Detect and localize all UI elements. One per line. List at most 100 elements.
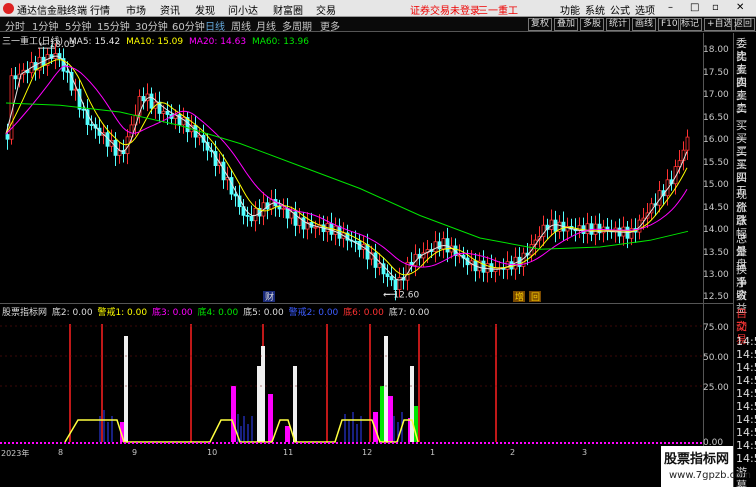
time-label: 3: [582, 448, 588, 457]
price-tick: 12.50: [703, 292, 729, 302]
watermark-url: www.7gpzb.com: [669, 470, 751, 481]
tab-period-timeshare[interactable]: 分时: [5, 18, 25, 33]
tick-time: 14:5: [736, 387, 756, 400]
tab-period-30min[interactable]: 30分钟: [135, 18, 168, 33]
candle-body: [301, 217, 306, 230]
tick-time: 14:5: [736, 361, 756, 374]
menu-bar: 通达信金融终端 行情 市场 资讯 发现 问小达 财富圈 交易 证券交易未登录 三…: [0, 0, 756, 17]
candle-body: [437, 241, 442, 250]
price-tick: 13.00: [703, 270, 729, 280]
adjust-button[interactable]: 复权: [528, 18, 553, 31]
white-signal-bar: [257, 366, 261, 442]
tab-period-60min[interactable]: 60分钟: [172, 18, 205, 33]
candle-body: [485, 263, 490, 273]
menu-function[interactable]: 功能: [560, 2, 580, 17]
candle-body: [549, 219, 554, 230]
menu-wealth[interactable]: 财富圈: [273, 2, 303, 17]
time-label: 9: [132, 448, 138, 457]
white-signal-bar: [293, 366, 297, 442]
close-icon[interactable]: ✕: [736, 2, 744, 13]
time-label: 2023年: [1, 449, 30, 458]
restore-icon[interactable]: ▫: [712, 2, 719, 13]
tab-period-1min[interactable]: 1分钟: [32, 18, 58, 33]
price-tick: 15.50: [703, 158, 729, 168]
magenta-signal-bar: [285, 426, 290, 442]
price-tick: 15.00: [703, 180, 729, 190]
menu-discover[interactable]: 发现: [195, 2, 215, 17]
kline-chart[interactable]: ← 18.03 ← 12.60 财 增回: [0, 33, 703, 303]
hui-label: 回: [531, 292, 540, 303]
overlay-button[interactable]: 叠加: [554, 18, 579, 31]
menu-system[interactable]: 系统: [585, 2, 605, 17]
candle-body: [433, 241, 438, 252]
candle-body: [165, 110, 170, 115]
price-tick: 16.00: [703, 135, 729, 145]
menu-trade[interactable]: 交易: [316, 2, 336, 17]
indicator-tick: 25.00: [703, 383, 729, 393]
mark-button[interactable]: 标记: [678, 18, 703, 31]
white-signal-bar: [384, 336, 388, 442]
white-signal-bar: [261, 346, 265, 442]
maximize-icon[interactable]: □: [690, 2, 699, 13]
ma10-line: [5, 59, 688, 276]
back-button[interactable]: 返回: [731, 18, 756, 31]
time-label: 12: [362, 448, 373, 457]
ma5-line: [5, 55, 688, 281]
minimize-icon[interactable]: –: [668, 2, 673, 13]
candle-body: [377, 263, 382, 268]
menu-quote[interactable]: 行情: [90, 2, 110, 17]
time-axis: 2023年 8 9 10 11 12 1 2 3: [0, 448, 660, 460]
candle-body: [161, 110, 166, 114]
magenta-signal-bar: [268, 394, 273, 442]
menu-ask[interactable]: 问小达: [228, 2, 258, 17]
tab-period-multi[interactable]: 多周期: [282, 18, 312, 33]
price-tick: 18.00: [703, 45, 729, 55]
time-label: 10: [207, 448, 218, 457]
chart-toolbar: 复权 叠加 多股 统计 画线 F10 标记 +自选 返回: [528, 17, 756, 32]
menu-market[interactable]: 市场: [126, 2, 146, 17]
high-price-label: ← 18.03: [39, 40, 75, 50]
tick-time: 14:5: [736, 413, 756, 426]
candle-body: [5, 134, 10, 140]
tab-period-5min[interactable]: 5分钟: [65, 18, 91, 33]
candle-body: [505, 261, 510, 270]
tick-time: 14:5: [736, 348, 756, 361]
price-tick: 13.50: [703, 248, 729, 258]
tab-period-monthly[interactable]: 月线: [256, 18, 276, 33]
candle-body: [373, 252, 378, 268]
tab-period-more[interactable]: 更多: [320, 18, 340, 33]
login-warning[interactable]: 证券交易未登录: [410, 2, 480, 17]
candle-body: [233, 193, 238, 197]
green-signal-bar: [380, 386, 384, 442]
tab-period-15min[interactable]: 15分钟: [97, 18, 130, 33]
candle-body: [337, 225, 342, 239]
candle-body: [141, 96, 146, 102]
draw-line-button[interactable]: 画线: [632, 18, 657, 31]
cai-label: 财: [265, 291, 274, 303]
tick-time: 14:5: [736, 335, 756, 348]
indicator-tick: 50.00: [703, 353, 729, 363]
stock-name: 三一重工: [478, 6, 518, 17]
app-title: 通达信金融终端: [17, 6, 87, 17]
multi-stock-button[interactable]: 多股: [580, 18, 605, 31]
candle-body: [441, 238, 446, 250]
indicator-chart[interactable]: [0, 316, 703, 448]
tick-time: 14:5: [736, 374, 756, 387]
stats-button[interactable]: 统计: [606, 18, 631, 31]
tick-time: 14:5: [736, 439, 756, 452]
candle-body: [585, 223, 590, 234]
tab-period-weekly[interactable]: 周线: [231, 18, 251, 33]
menu-options[interactable]: 选项: [635, 2, 655, 17]
candle-body: [553, 219, 558, 232]
magenta-signal-bar: [388, 396, 393, 442]
price-tick: 14.00: [703, 225, 729, 235]
white-signal-bar: [124, 336, 128, 442]
menu-formula[interactable]: 公式: [610, 2, 630, 17]
tick-time: 14:5: [736, 452, 756, 465]
menu-news[interactable]: 资讯: [160, 2, 180, 17]
price-tick: 14.50: [703, 203, 729, 213]
candle-body: [493, 267, 498, 272]
candle-body: [281, 207, 286, 210]
candle-body: [89, 124, 94, 126]
tab-period-daily[interactable]: 日线: [205, 18, 225, 33]
